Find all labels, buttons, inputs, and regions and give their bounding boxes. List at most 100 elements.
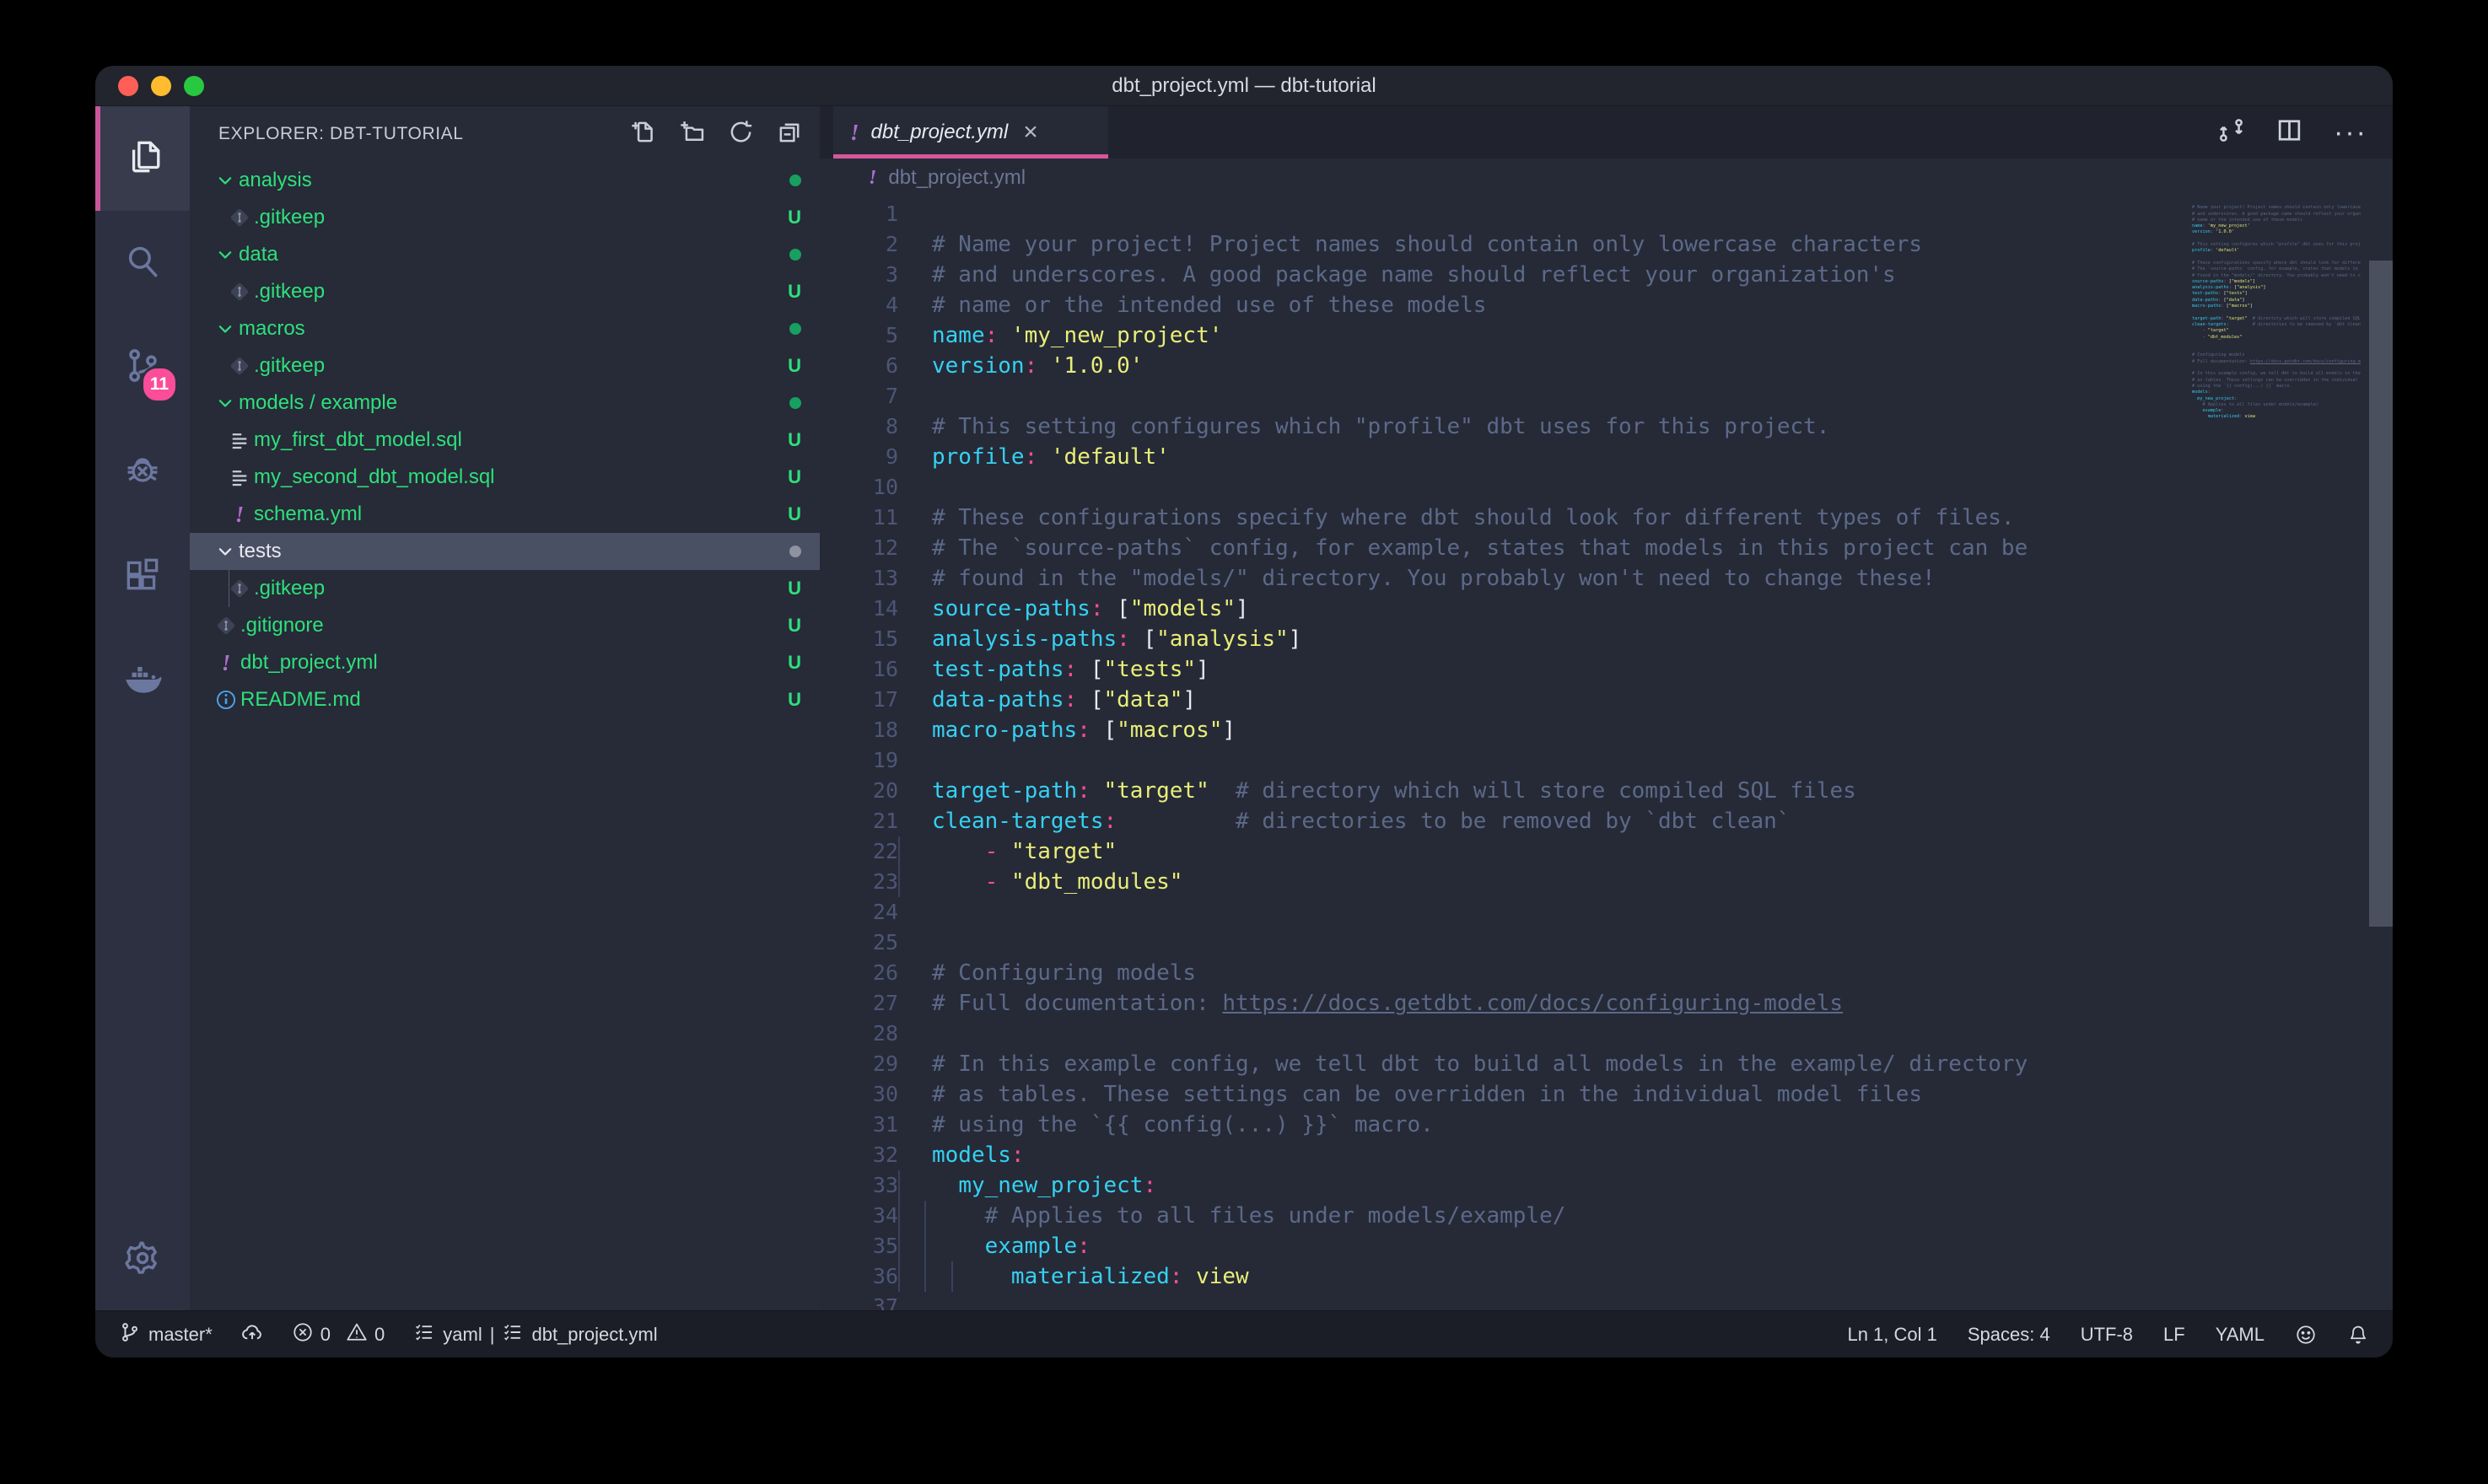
indent-guide	[924, 1261, 926, 1292]
line-number: 26	[820, 958, 898, 988]
git-untracked-badge: U	[788, 355, 801, 377]
encoding-setting[interactable]: UTF-8	[2081, 1324, 2133, 1346]
activity-extensions[interactable]	[95, 524, 190, 629]
minimap-line: # The `source-paths` config, for example…	[2187, 266, 2361, 272]
tree-item-label: analysis	[239, 169, 789, 192]
line-number: 29	[820, 1049, 898, 1079]
breadcrumb[interactable]: ! dbt_project.yml	[820, 159, 2393, 197]
tree-folder-models-example[interactable]: models / example	[190, 384, 820, 422]
tree-file-readme-md[interactable]: README.mdU	[190, 681, 820, 718]
new-folder-button[interactable]	[679, 119, 705, 149]
minimap[interactable]: # Name your project! Project names shoul…	[2187, 199, 2361, 427]
tree-file--gitkeep[interactable]: .gitkeepU	[190, 199, 820, 236]
tree-file-dbt-project-yml[interactable]: !dbt_project.ymlU	[190, 644, 820, 681]
line-number: 15	[820, 624, 898, 654]
code-editor[interactable]: 12# Name your project! Project names sho…	[820, 197, 2393, 1310]
activity-source-control[interactable]: 11	[95, 315, 190, 420]
tree-file-my-second-dbt-model-sql[interactable]: my_second_dbt_model.sqlU	[190, 459, 820, 496]
collapse-folders-button[interactable]	[777, 119, 803, 149]
tree-folder-analysis[interactable]: analysis	[190, 162, 820, 199]
code-lines: 12# Name your project! Project names sho…	[820, 199, 2393, 1310]
activity-debug[interactable]	[95, 420, 190, 524]
tree-item-label: README.md	[240, 688, 788, 712]
code-line: 15analysis-paths: ["analysis"]	[820, 624, 2393, 654]
code-line: 30# as tables. These settings can be ove…	[820, 1079, 2393, 1110]
tree-file-my-first-dbt-model-sql[interactable]: my_first_dbt_model.sqlU	[190, 422, 820, 459]
linter-file: dbt_project.yml	[531, 1324, 657, 1346]
minimap-line: name: 'my_new_project'	[2187, 223, 2361, 229]
notifications-bell-icon[interactable]	[2347, 1324, 2369, 1346]
new-file-button[interactable]	[630, 119, 656, 149]
activity-docker[interactable]	[95, 629, 190, 734]
tree-file-schema-yml[interactable]: !schema.ymlU	[190, 496, 820, 533]
activity-bar: 11	[95, 106, 190, 1310]
files-icon	[121, 136, 164, 182]
vscode-window: dbt_project.yml — dbt-tutorial	[95, 66, 2393, 1358]
tree-folder-data[interactable]: data	[190, 236, 820, 273]
minimap-line: # using the `{{ config(...) }}` macro.	[2187, 384, 2361, 390]
branch-indicator[interactable]: master*	[119, 1321, 213, 1348]
zoom-window-button[interactable]	[184, 76, 204, 96]
line-number: 20	[820, 776, 898, 806]
checklist-icon	[413, 1321, 435, 1348]
yaml-warning-icon: !	[869, 168, 876, 188]
activity-explorer[interactable]	[95, 106, 190, 211]
minimap-line: # Full documentation: https://docs.getdb…	[2187, 359, 2361, 365]
cursor-position[interactable]: Ln 1, Col 1	[1847, 1324, 1936, 1346]
line-number: 30	[820, 1079, 898, 1110]
close-tab-icon[interactable]: ×	[1023, 120, 1038, 145]
split-editor-icon[interactable]	[2275, 116, 2303, 148]
tree-file--gitignore[interactable]: .gitignoreU	[190, 607, 820, 644]
breadcrumb-file: dbt_project.yml	[888, 166, 1026, 190]
feedback-smiley-icon[interactable]	[2295, 1324, 2317, 1346]
line-number: 14	[820, 594, 898, 624]
indentation-setting[interactable]: Spaces: 4	[1968, 1324, 2050, 1346]
chevron-down-icon	[212, 245, 239, 264]
manage-button[interactable]	[95, 1209, 190, 1310]
tree-file--gitkeep[interactable]: .gitkeepU	[190, 570, 820, 607]
explorer-header: EXPLORER: DBT-TUTORIAL	[190, 106, 820, 162]
minimap-line: # name or the intended use of these mode…	[2187, 218, 2361, 223]
tree-folder-macros[interactable]: macros	[190, 310, 820, 347]
line-number: 36	[820, 1261, 898, 1292]
close-window-button[interactable]	[118, 76, 138, 96]
minimap-line: analysis-paths: ["analysis"]	[2187, 285, 2361, 291]
line-number: 3	[820, 260, 898, 290]
open-changes-icon[interactable]	[2217, 116, 2245, 148]
git-untracked-badge: U	[788, 615, 801, 637]
language-mode[interactable]: YAML	[2216, 1324, 2265, 1346]
refresh-explorer-button[interactable]	[728, 119, 754, 149]
line-number: 1	[820, 199, 898, 229]
problems-indicator[interactable]: 0 0	[292, 1321, 385, 1348]
publish-changes-button[interactable]	[241, 1321, 263, 1348]
tree-folder-tests[interactable]: tests	[190, 533, 820, 570]
checklist-icon	[502, 1321, 524, 1348]
git-dot	[789, 540, 801, 562]
chevron-down-icon	[212, 542, 239, 561]
tab-bar: ! dbt_project.yml ×	[820, 106, 2393, 159]
bug-icon	[121, 449, 164, 496]
code-line: 12# The `source-paths` config, for examp…	[820, 533, 2393, 563]
minimap-line	[2187, 309, 2361, 315]
scrollbar-thumb[interactable]	[2369, 261, 2393, 927]
minimize-window-button[interactable]	[151, 76, 171, 96]
eol-setting[interactable]: LF	[2163, 1324, 2185, 1346]
minimap-line: # found in the "models/" directory. You …	[2187, 273, 2361, 279]
git-modified-dot	[789, 244, 801, 266]
git-file-icon	[225, 578, 254, 600]
minimap-line	[2187, 255, 2361, 261]
minimap-line: my_new_project:	[2187, 396, 2361, 402]
activity-search[interactable]	[95, 211, 190, 315]
tree-file--gitkeep[interactable]: .gitkeepU	[190, 273, 820, 310]
tree-file--gitkeep[interactable]: .gitkeepU	[190, 347, 820, 384]
minimap-line	[2187, 347, 2361, 352]
tab-dbt-project-yml[interactable]: ! dbt_project.yml ×	[833, 106, 1108, 159]
yaml-file-icon: !	[225, 503, 254, 526]
line-number: 37	[820, 1292, 898, 1310]
code-line: 1	[820, 199, 2393, 229]
tree-item-label: .gitkeep	[254, 354, 788, 378]
minimap-line: # These configurations specify where dbt…	[2187, 261, 2361, 266]
linter-status[interactable]: yaml | dbt_project.yml	[413, 1321, 657, 1348]
code-line: 6version: '1.0.0'	[820, 351, 2393, 381]
code-line: 18macro-paths: ["macros"]	[820, 715, 2393, 745]
